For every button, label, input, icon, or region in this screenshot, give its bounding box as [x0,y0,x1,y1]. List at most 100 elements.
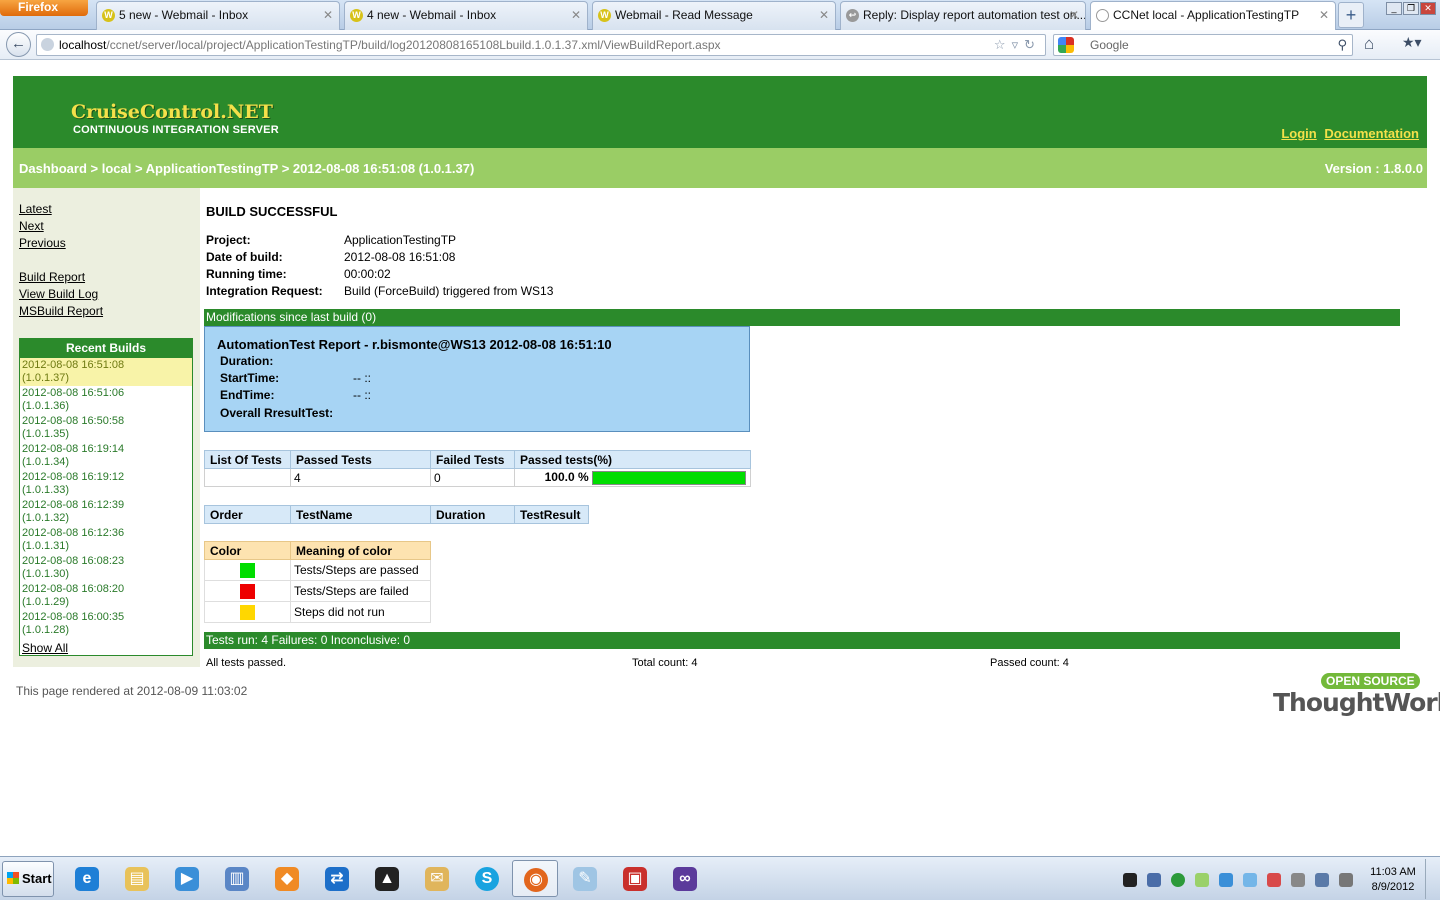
firefox-menu-button[interactable]: Firefox [0,0,88,16]
url-host: localhost [59,38,107,52]
toolbox-icon[interactable]: ▣ [612,860,658,897]
msbuild-report-link[interactable]: MSBuild Report [19,304,103,318]
close-icon[interactable]: ✕ [819,2,829,29]
build-label: (1.0.1.31) [22,540,70,552]
date-label: Date of build: [206,250,283,264]
build-date: 2012-08-08 16:00:35 [22,611,125,623]
bookmark-star-icon[interactable]: ☆▿↻ [994,35,1041,55]
google-icon[interactable] [1058,37,1074,53]
tray-green-icon[interactable] [1195,873,1209,887]
tab-ccnet[interactable]: CCNet local - ApplicationTestingTP ✕ [1090,1,1336,30]
tray-flag-icon[interactable] [1315,873,1329,887]
end-time-value: -- :: [353,388,371,402]
color-legend-table: Color Meaning of color Tests/Steps are p… [204,541,431,623]
previous-link[interactable]: Previous [19,236,66,250]
breadcrumb[interactable]: Dashboard > local > ApplicationTestingTP… [19,161,474,176]
teamviewer-icon[interactable]: ⇄ [314,860,360,897]
tab-webmail-inbox-1[interactable]: W 5 new - Webmail - Inbox ✕ [96,1,340,30]
swatch-cell [204,559,291,581]
media-player-icon[interactable]: ▶ [164,860,210,897]
orange-app-icon[interactable]: ◆ [264,860,310,897]
recent-build-item[interactable]: 2012-08-08 16:00:35 (1.0.1.28) [20,610,192,638]
project-value: ApplicationTestingTP [344,233,457,247]
search-input[interactable]: Google ⚲ [1053,34,1353,56]
show-all-link[interactable]: Show All [22,641,68,655]
ccnet-logo-subtitle: CONTINUOUS INTEGRATION SERVER [73,124,279,136]
login-link[interactable]: Login [1281,126,1316,141]
bookmarks-icon[interactable]: ★▾ [1402,34,1422,51]
tray-device-icon[interactable] [1291,873,1305,887]
show-desktop-button[interactable] [1425,859,1439,899]
tab-webmail-inbox-2[interactable]: W 4 new - Webmail - Inbox ✕ [344,1,588,30]
close-icon[interactable]: ✕ [323,2,333,29]
tray-monitor-icon[interactable] [1243,873,1257,887]
file-explorer-icon[interactable]: ▤ [114,860,160,897]
close-icon[interactable]: ✕ [571,2,581,29]
recent-build-item[interactable]: 2012-08-08 16:50:58 (1.0.1.35) [20,414,192,442]
tab-webmail-read[interactable]: W Webmail - Read Message ✕ [592,1,836,30]
tray-shield-icon[interactable] [1267,873,1281,887]
column-header: Passed Tests [290,450,431,469]
build-label: (1.0.1.30) [22,568,70,580]
search-icon[interactable]: ⚲ [1337,35,1347,55]
maximize-icon[interactable]: ❐ [1403,2,1419,15]
taskbar: Start e ▤ ▶ ▥ ◆ ⇄ ▲ ✉ S ◉ ✎ ▣ ∞ 11:03 AM… [0,856,1440,900]
build-report-link[interactable]: Build Report [19,270,85,284]
close-icon[interactable]: ✕ [1069,2,1079,29]
tray-dropbox-icon[interactable] [1219,873,1233,887]
thoughtworks-logo[interactable]: ThoughtWorks [1273,688,1440,717]
hat-app-icon[interactable]: ▲ [364,860,410,897]
url-path: /ccnet/server/local/project/ApplicationT… [106,38,721,52]
url-bar[interactable]: localhost/ccnet/server/local/project/App… [36,34,1046,56]
network-tool-icon[interactable]: ▥ [214,860,260,897]
volume-icon[interactable] [1339,873,1353,887]
column-header: TestName [290,505,431,524]
recent-build-item[interactable]: 2012-08-08 16:19:14 (1.0.1.34) [20,442,192,470]
tray-app-icon[interactable] [1123,873,1137,887]
clock[interactable]: 11:03 AM 8/9/2012 [1368,865,1418,895]
red-swatch [240,583,255,599]
recent-build-item[interactable]: 2012-08-08 16:51:06 (1.0.1.36) [20,386,192,414]
recent-build-item[interactable]: 2012-08-08 16:12:36 (1.0.1.31) [20,526,192,554]
recent-build-item[interactable]: 2012-08-08 16:12:39 (1.0.1.32) [20,498,192,526]
table-row: Tests/Steps are failed [204,580,431,602]
notepad-icon[interactable]: ✎ [562,860,608,897]
table-header-row: Color Meaning of color [204,541,431,560]
visual-studio-icon[interactable]: ∞ [662,860,708,897]
minimize-icon[interactable]: _ [1386,2,1402,15]
build-label: (1.0.1.36) [22,400,70,412]
recent-build-item[interactable]: 2012-08-08 16:51:08 (1.0.1.37) [20,358,192,386]
tray-cc-icon[interactable] [1171,873,1185,887]
close-icon[interactable]: ✕ [1319,2,1329,29]
build-status: BUILD SUCCESSFUL [206,204,338,219]
internet-explorer-icon[interactable]: e [64,860,110,897]
close-window-icon[interactable]: ✕ [1420,2,1436,15]
skype-icon[interactable]: S [464,860,510,897]
all-passed-text: All tests passed. [206,657,287,669]
mail-folder-icon[interactable]: ✉ [414,860,460,897]
start-button[interactable]: Start [2,861,54,897]
globe-icon [41,38,54,51]
recent-build-item[interactable]: 2012-08-08 16:08:20 (1.0.1.29) [20,582,192,610]
column-header: Passed tests(%) [514,450,751,469]
recent-build-item[interactable]: 2012-08-08 16:19:12 (1.0.1.33) [20,470,192,498]
build-label: (1.0.1.35) [22,428,70,440]
meaning-cell: Steps did not run [290,601,431,623]
column-header: List Of Tests [204,450,291,469]
test-results-bar: Tests run: 4 Failures: 0 Inconclusive: 0 [204,632,1400,649]
next-link[interactable]: Next [19,219,44,233]
back-button[interactable]: ← [6,32,31,57]
build-date: 2012-08-08 16:19:14 [22,443,125,455]
end-time-label: EndTime: [220,388,275,402]
home-icon[interactable]: ⌂ [1364,34,1374,54]
latest-link[interactable]: Latest [19,202,52,216]
documentation-link[interactable]: Documentation [1324,126,1419,141]
firefox-icon[interactable]: ◉ [512,860,558,897]
tab-reply[interactable]: ↩ Reply: Display report automation test … [840,1,1086,30]
recent-build-item[interactable]: 2012-08-08 16:08:23 (1.0.1.30) [20,554,192,582]
tray-network-icon[interactable] [1147,873,1161,887]
column-header: Meaning of color [290,541,431,560]
table-row: Tests/Steps are passed [204,559,431,581]
view-build-log-link[interactable]: View Build Log [19,287,98,301]
new-tab-button[interactable]: + [1338,2,1364,28]
